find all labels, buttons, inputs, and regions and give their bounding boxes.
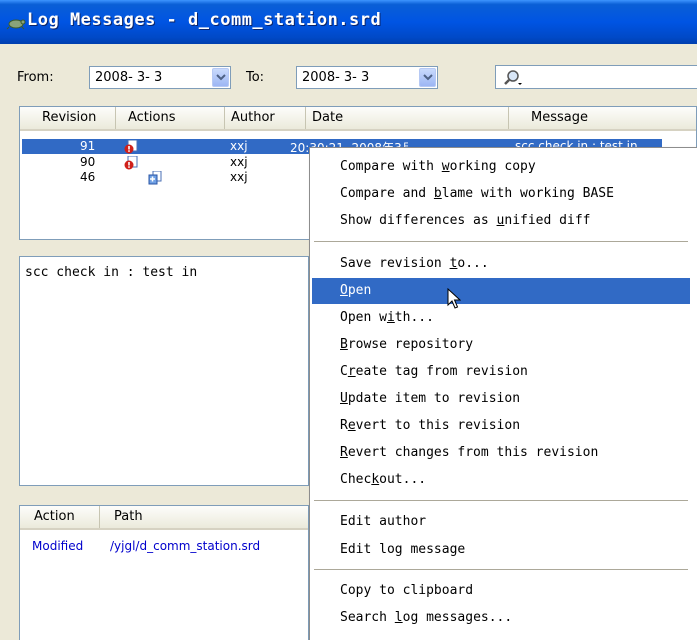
changed-paths-table[interactable]: Action Path Modified /yjgl/d_comm_statio… (19, 505, 309, 640)
modified-file-icon (124, 140, 138, 154)
menu-item-compare-blame-base[interactable]: Compare and blame with working BASE (312, 181, 690, 207)
column-action[interactable]: Action (20, 506, 100, 528)
column-message[interactable]: Message (509, 107, 697, 129)
column-path[interactable]: Path (100, 506, 310, 528)
menu-item-save-revision[interactable]: Save revision to... (312, 251, 690, 277)
column-revision[interactable]: Revision (20, 107, 116, 129)
copy-file-icon (148, 171, 162, 185)
chevron-down-icon[interactable] (212, 68, 229, 87)
author-cell: xxj (230, 170, 248, 184)
menu-item-open[interactable]: Open (312, 278, 690, 304)
menu-separator (314, 500, 688, 502)
search-input[interactable] (495, 65, 697, 89)
column-author[interactable]: Author (225, 107, 306, 129)
menu-separator (314, 241, 688, 243)
to-date-value: 2008- 3- 3 (302, 70, 370, 85)
menu-item-revert-changes[interactable]: Revert changes from this revision (312, 440, 690, 466)
to-label: To: (246, 70, 265, 85)
menu-item-edit-author[interactable]: Edit author (312, 509, 690, 535)
menu-item-create-tag[interactable]: Create tag from revision (312, 359, 690, 385)
menu-item-copy-clipboard[interactable]: Copy to clipboard (312, 578, 690, 604)
author-cell: xxj (230, 139, 248, 153)
menu-item-search-log[interactable]: Search log messages... (312, 605, 690, 631)
menu-item-revert-to-revision[interactable]: Revert to this revision (312, 413, 690, 439)
from-date-picker[interactable]: 2008- 3- 3 (89, 66, 231, 89)
revision-cell: 91 (80, 139, 96, 153)
log-message-box[interactable]: scc check in : test in (19, 256, 309, 486)
log-message-text: scc check in : test in (25, 265, 198, 280)
path-action-cell: Modified (32, 539, 84, 553)
from-label: From: (17, 70, 54, 85)
menu-item-browse-repository[interactable]: Browse repository (312, 332, 690, 358)
menu-separator (314, 569, 688, 571)
menu-item-edit-log-message[interactable]: Edit log message (312, 537, 690, 563)
to-date-picker[interactable]: 2008- 3- 3 (296, 66, 438, 89)
menu-item-update-item[interactable]: Update item to revision (312, 386, 690, 412)
menu-item-compare-working-copy[interactable]: Compare with working copy (312, 154, 690, 180)
from-date-value: 2008- 3- 3 (95, 70, 163, 85)
revision-cell: 90 (80, 155, 96, 169)
window-title: Log Messages - d_comm_station.srd (27, 10, 382, 30)
path-cell: /yjgl/d_comm_station.srd (110, 539, 261, 553)
column-actions[interactable]: Actions (116, 107, 225, 129)
column-date[interactable]: Date (306, 107, 509, 129)
log-table-header: Revision Actions Author Date Message (20, 107, 696, 131)
menu-item-open-with[interactable]: Open with... (312, 305, 690, 331)
title-bar[interactable]: Log Messages - d_comm_station.srd (0, 0, 697, 44)
revision-cell: 46 (80, 170, 96, 184)
menu-item-checkout[interactable]: Checkout... (312, 467, 690, 493)
context-menu: Compare with working copy Compare and bl… (309, 147, 697, 640)
tortoise-icon (6, 19, 26, 30)
mouse-cursor-icon (447, 288, 461, 309)
menu-item-unified-diff[interactable]: Show differences as unified diff (312, 208, 690, 234)
modified-file-icon (124, 156, 138, 170)
author-cell: xxj (230, 155, 248, 169)
chevron-down-icon[interactable] (419, 68, 436, 87)
search-icon[interactable] (502, 69, 524, 87)
paths-table-header: Action Path (20, 506, 308, 530)
